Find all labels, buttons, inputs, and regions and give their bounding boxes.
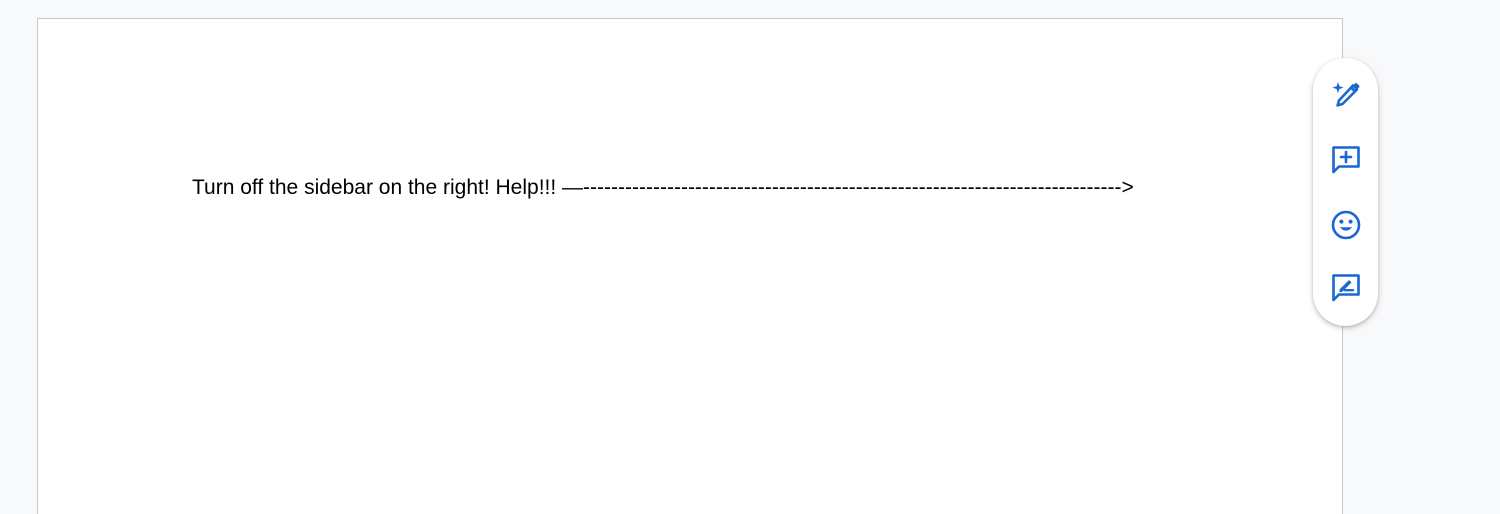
document-text-line[interactable]: Turn off the sidebar on the right! Help!… xyxy=(192,176,1134,200)
help-me-write-button[interactable] xyxy=(1325,75,1367,117)
emoji-icon xyxy=(1331,210,1361,240)
floating-side-toolbar xyxy=(1313,58,1378,326)
document-page[interactable]: Turn off the sidebar on the right! Help!… xyxy=(37,18,1343,514)
add-emoji-reaction-button[interactable] xyxy=(1325,204,1367,246)
add-comment-icon xyxy=(1332,146,1360,174)
add-comment-button[interactable] xyxy=(1325,139,1367,181)
suggest-edits-button[interactable] xyxy=(1325,267,1367,309)
suggest-edit-icon xyxy=(1332,274,1360,302)
app-canvas: Turn off the sidebar on the right! Help!… xyxy=(0,0,1500,514)
pencil-sparkle-icon xyxy=(1332,82,1360,107)
